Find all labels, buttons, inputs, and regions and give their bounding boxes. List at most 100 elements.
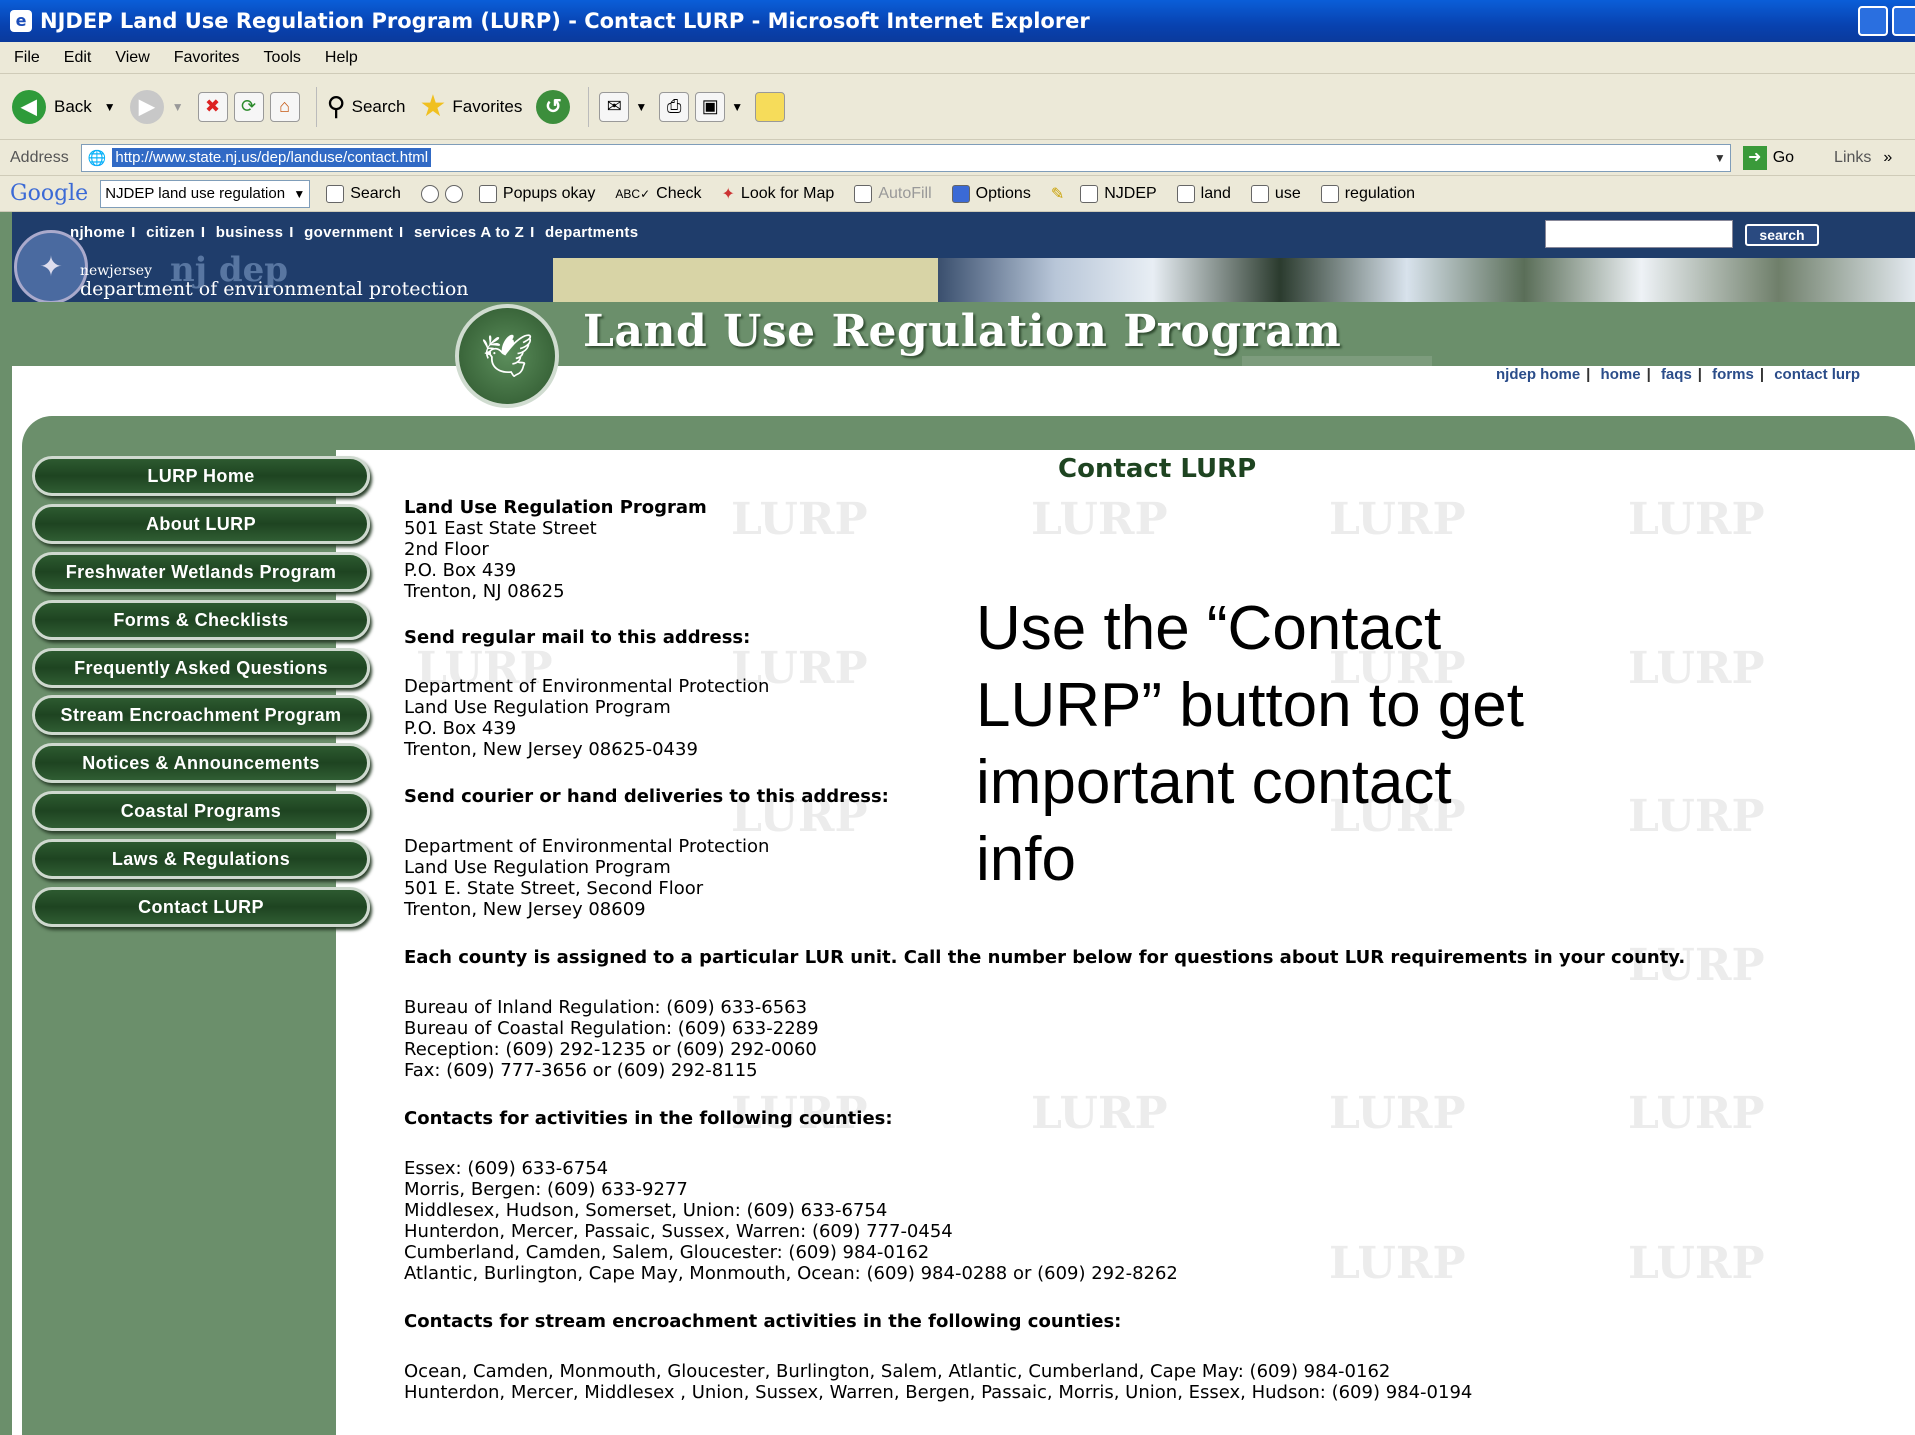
back-dropdown-icon[interactable]: ▼ [104,100,116,114]
sidebar [22,450,336,1435]
search-term-use[interactable]: use [1250,184,1301,203]
menu-help[interactable]: Help [325,49,358,67]
menu-tools[interactable]: Tools [264,49,301,67]
address-input[interactable]: 🌐 http://www.state.nj.us/dep/landuse/con… [80,143,1731,172]
program-subnav: njdep home | home | faqs | forms | contact l… [1496,366,1861,383]
nav-departments[interactable]: departments [545,224,638,241]
nav-government[interactable]: government [304,224,393,241]
page-title: Contact LURP [1058,454,1257,484]
go-button[interactable]: ➜ Go [1742,145,1794,170]
discuss-icon[interactable] [755,91,786,122]
address-dropdown-icon[interactable]: ▼ [1714,151,1726,165]
sidebar-item-lurp-home[interactable]: LURP Home [32,456,370,496]
home-icon[interactable]: ⌂ [269,91,300,122]
courier-address-line: Trenton, New Jersey 08609 [404,899,646,920]
nav-citizen[interactable]: citizen [146,224,195,241]
stream-heading: Contacts for stream encroachment activit… [404,1311,1122,1332]
forward-arrow-icon: ▶ [129,89,164,124]
forward-dropdown-icon[interactable]: ▼ [172,100,184,114]
stream-contact-line: Ocean, Camden, Monmouth, Gloucester, Bur… [404,1361,1391,1382]
counties-heading: Contacts for activities in the following… [404,1108,893,1129]
subnav-forms[interactable]: forms [1712,366,1754,383]
popup-icon [478,184,497,203]
pagerank-icon[interactable] [420,184,439,203]
phone-line: Reception: (609) 292-1235 or (609) 292-0… [404,1039,817,1060]
magnifier-icon: ⚲ [326,91,346,121]
njdep-wordmark: nj dep [170,250,289,290]
subnav-home[interactable]: home [1601,366,1641,383]
menu-file[interactable]: File [14,49,40,67]
minimize-button[interactable] [1858,6,1888,36]
back-button[interactable]: ◀ Back ▼ [12,89,116,124]
menu-favorites[interactable]: Favorites [174,49,240,67]
look-for-map-button[interactable]: ✦ Look for Map [722,184,835,204]
sidebar-item-stream-encroachment[interactable]: Stream Encroachment Program [32,695,370,735]
highlight-icon[interactable]: ✎ [1051,184,1064,204]
address-url[interactable]: http://www.state.nj.us/dep/landuse/conta… [112,148,432,167]
print-icon[interactable]: ⎙ [659,91,690,122]
site-search-button[interactable]: search [1745,224,1819,246]
menu-view[interactable]: View [115,49,149,67]
watermark: LURP [1329,1088,1466,1139]
star-icon: ★ [419,90,447,123]
search-button[interactable]: ⚲ Search [327,91,406,122]
subnav-njdep-home[interactable]: njdep home [1496,366,1580,383]
subnav-contact-lurp[interactable]: contact lurp [1774,366,1860,383]
popup-blocker-button[interactable]: Popups okay [478,184,595,203]
google-logo[interactable]: Google [10,181,88,206]
callout-text: Use the “Contact LURP” button to get imp… [976,594,1524,894]
google-dropdown-icon[interactable]: ▼ [293,187,305,201]
toolbar-divider [588,86,590,127]
sidebar-item-freshwater-wetlands[interactable]: Freshwater Wetlands Program [32,552,370,592]
state-nav: njhome I citizen I business I government I s… [70,224,639,241]
search-term-njdep[interactable]: NJDEP [1080,184,1157,203]
sidebar-item-notices[interactable]: Notices & Announcements [32,743,370,783]
sidebar-item-laws-regulations[interactable]: Laws & Regulations [32,839,370,879]
nav-business[interactable]: business [216,224,283,241]
program-title: Land Use Regulation Program [583,306,1342,357]
edit-dropdown-icon[interactable]: ▼ [731,100,743,114]
refresh-icon[interactable]: ⟳ [233,91,264,122]
google-search-button[interactable]: Search [326,184,401,203]
search-term-regulation[interactable]: regulation [1320,184,1415,203]
sidebar-item-faq[interactable]: Frequently Asked Questions [32,648,370,688]
nav-njhome[interactable]: njhome [70,224,125,241]
sidebar-item-forms-checklists[interactable]: Forms & Checklists [32,600,370,640]
menu-edit[interactable]: Edit [64,49,92,67]
org-name: Land Use Regulation Program [404,497,707,518]
options-button[interactable]: Options [951,184,1031,203]
favorites-button[interactable]: ★ Favorites [420,89,523,124]
stop-icon[interactable]: ✖ [197,91,228,122]
courier-address-line: 501 E. State Street, Second Floor [404,878,704,899]
county-contact-line: Essex: (609) 633-6754 [404,1158,609,1179]
abc-check-icon: ABC✓ [615,186,651,201]
sidebar-item-coastal-programs[interactable]: Coastal Programs [32,791,370,831]
google-search-input[interactable]: NJDEP land use regulation ▼ [100,179,311,208]
content-area: LURP LURP LURP LURP LURP LURP LURP LURP … [22,416,1915,1435]
ie-icon: e [10,10,32,32]
search-term-land[interactable]: land [1176,184,1231,203]
nav-services[interactable]: services A to Z [414,224,524,241]
history-icon[interactable]: ↺ [536,89,571,124]
news-icon[interactable] [444,184,463,203]
sidebar-item-about-lurp[interactable]: About LURP [32,504,370,544]
links-label[interactable]: Links [1834,149,1871,167]
sidebar-item-contact-lurp[interactable]: Contact LURP [32,887,370,927]
forward-button[interactable]: ▶ ▼ [129,89,184,124]
edit-icon[interactable]: ▣ [695,91,726,122]
autofill-button[interactable]: AutoFill [854,184,932,203]
maximize-button[interactable] [1892,6,1915,36]
site-search-input[interactable] [1545,220,1733,248]
subnav-faqs[interactable]: faqs [1661,366,1692,383]
chevron-right-icon[interactable]: » [1883,149,1892,167]
phone-line: Fax: (609) 777-3656 or (609) 292-8115 [404,1060,758,1081]
spell-check-button[interactable]: ABC✓ Check [615,185,701,203]
watermark: LURP [1628,791,1765,842]
county-note: Each county is assigned to a particular … [404,947,1686,968]
mail-dropdown-icon[interactable]: ▼ [635,100,647,114]
nj-seal-logo[interactable]: ✦ [14,230,88,304]
go-arrow-icon: ➜ [1742,145,1767,170]
dept-logo[interactable]: newjersey nj dep department of environme… [80,250,469,300]
mail-icon[interactable]: ✉ [599,91,630,122]
stream-contact-line: Hunterdon, Mercer, Middlesex , Union, Su… [404,1382,1473,1403]
